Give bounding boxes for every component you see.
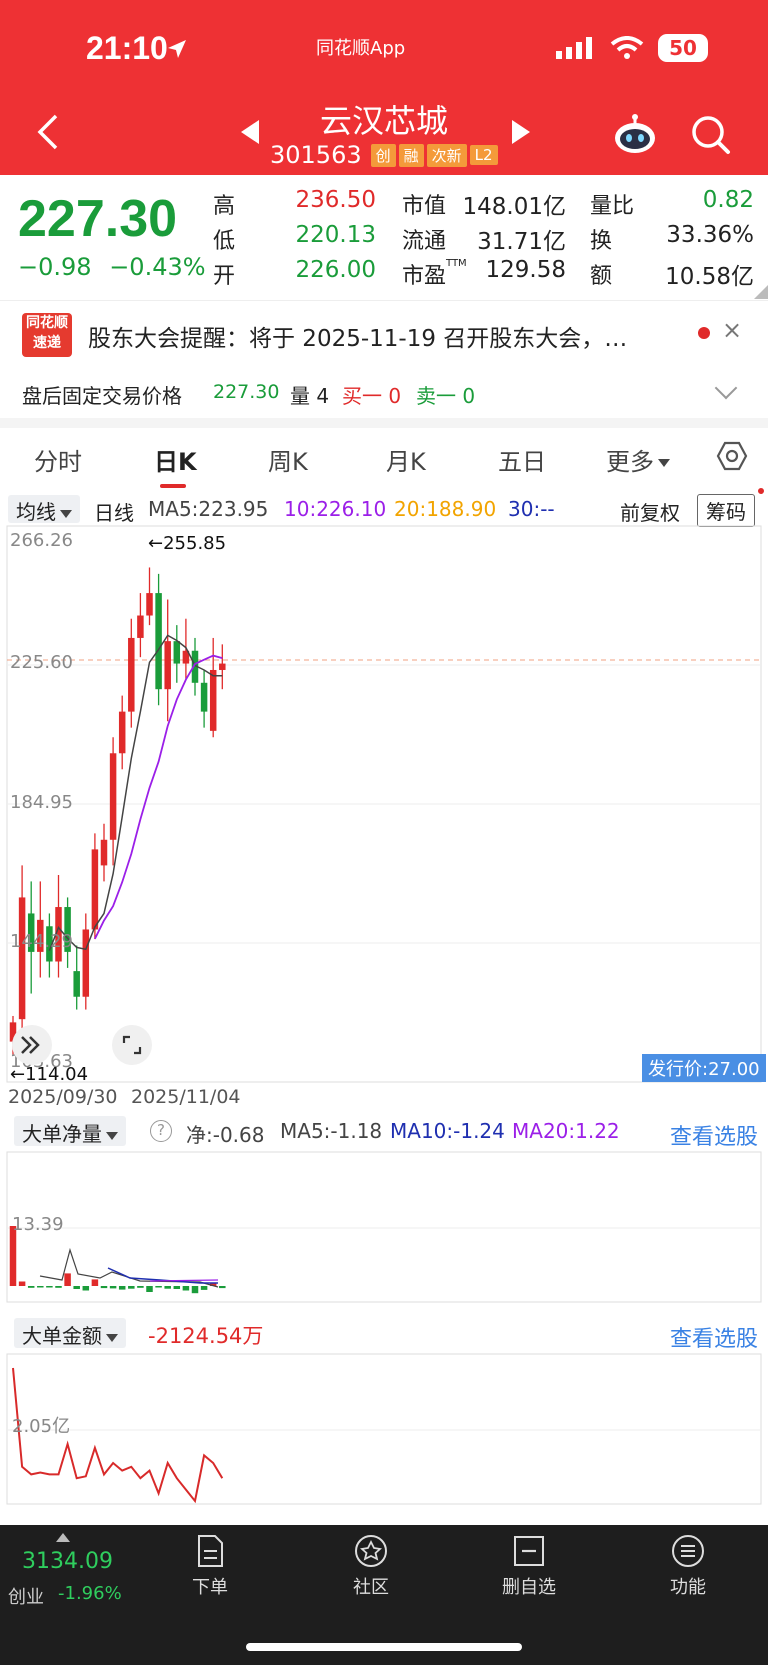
amount-indicator-select[interactable]: 大单金额 <box>14 1318 126 1348</box>
net-bar <box>128 1286 135 1289</box>
candle <box>146 593 153 616</box>
net-bar <box>82 1286 90 1291</box>
candle <box>200 682 208 712</box>
view-stock-picker-link-2[interactable]: 查看选股 <box>670 1321 758 1353</box>
candle <box>109 753 117 840</box>
date-mid: 2025/11/04 <box>131 1086 241 1108</box>
amount-value: -2124.54万 <box>148 1324 264 1348</box>
amount-y-label: 2.05亿 <box>12 1416 70 1437</box>
remove-watchlist-icon <box>514 1536 544 1566</box>
y-label-4: 144.29 <box>10 931 73 952</box>
net-panel-header: 大单净量 ? 净:-0.68 MA5:-1.18 MA10:-1.24 MA20… <box>0 1112 768 1152</box>
collapse-sidebar-icon[interactable] <box>12 1025 52 1065</box>
y-label-top: 266.26 <box>10 530 73 551</box>
view-stock-picker-link[interactable]: 查看选股 <box>670 1119 758 1151</box>
candle <box>155 593 162 690</box>
net-ma5: MA5:-1.18 <box>280 1119 383 1143</box>
candle <box>82 929 90 997</box>
net-bar <box>137 1286 144 1288</box>
candle <box>91 849 99 930</box>
remove-watchlist-button[interactable]: 删自选 <box>474 1533 584 1599</box>
net-bar <box>173 1286 181 1289</box>
net-bar <box>200 1286 208 1290</box>
caret-down-icon <box>106 1131 118 1140</box>
net-bar <box>164 1286 171 1289</box>
candle <box>73 971 80 997</box>
menu-icon <box>672 1535 704 1567</box>
net-bar <box>91 1279 99 1286</box>
issue-price-label: 发行价:27.00 <box>642 1054 766 1082</box>
net-bar <box>73 1286 80 1289</box>
net-ma10: MA10:-1.24 <box>390 1119 505 1143</box>
candle <box>173 641 181 664</box>
candle <box>18 897 26 1020</box>
caret-down-icon <box>106 1333 118 1342</box>
high-marker: ←255.85 <box>148 533 226 554</box>
net-bar <box>118 1286 126 1290</box>
net-value: 净:-0.68 <box>186 1123 265 1147</box>
net-bar <box>37 1286 44 1288</box>
net-bar <box>100 1286 108 1289</box>
y-label-3: 184.95 <box>10 792 73 813</box>
net-panel-frame <box>6 1151 762 1303</box>
index-value[interactable]: 3134.09 <box>22 1549 113 1574</box>
net-bar <box>18 1281 26 1286</box>
functions-button[interactable]: 功能 <box>633 1533 743 1599</box>
net-bar <box>109 1286 117 1289</box>
y-label-2: 225.60 <box>10 652 73 673</box>
net-bar <box>55 1286 62 1288</box>
home-indicator <box>246 1643 522 1651</box>
community-icon <box>355 1535 387 1567</box>
community-button[interactable]: 社区 <box>316 1533 426 1599</box>
candle <box>118 711 126 754</box>
net-ma20: MA20:1.22 <box>512 1119 620 1143</box>
net-bar <box>155 1286 162 1288</box>
index-name: 创业 <box>8 1587 44 1608</box>
help-icon[interactable]: ? <box>150 1120 172 1142</box>
net-y-label: 13.39 <box>12 1214 64 1235</box>
date-start: 2025/09/30 <box>8 1086 118 1108</box>
net-bar <box>219 1286 226 1289</box>
order-button[interactable]: 下单 <box>155 1533 265 1599</box>
order-icon <box>198 1535 223 1567</box>
net-indicator-select[interactable]: 大单净量 <box>14 1116 126 1146</box>
net-bar <box>27 1286 35 1288</box>
index-up-triangle-icon <box>56 1533 70 1542</box>
net-bar <box>191 1286 199 1294</box>
fullscreen-icon[interactable] <box>112 1025 152 1065</box>
candle <box>100 839 108 866</box>
index-change: -1.96% <box>58 1583 122 1604</box>
amount-panel-frame <box>6 1353 762 1505</box>
net-bar <box>182 1286 190 1291</box>
amount-panel-header: 大单金额 -2124.54万 查看选股 <box>0 1314 768 1354</box>
candle <box>137 615 144 638</box>
candle <box>128 637 135 712</box>
net-bar <box>46 1286 53 1288</box>
net-bar <box>9 1226 17 1286</box>
chart-area[interactable]: 266.26 225.60 184.95 144.29 103.63 ←255.… <box>0 0 768 1525</box>
low-marker: ←114.04 <box>10 1064 88 1085</box>
candle <box>219 663 226 670</box>
candle <box>164 641 171 690</box>
net-bar <box>146 1286 153 1292</box>
net-bar <box>64 1273 71 1286</box>
candle <box>209 669 217 731</box>
